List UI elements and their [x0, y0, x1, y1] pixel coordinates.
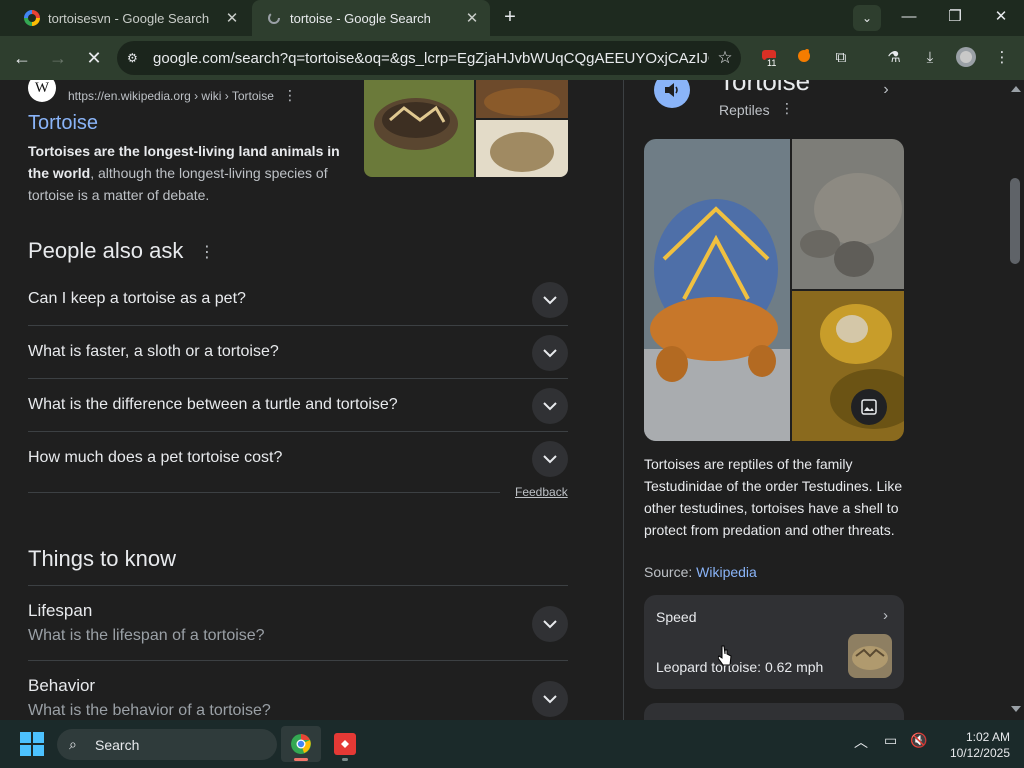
- tab-title: tortoise - Google Search: [290, 10, 431, 26]
- things-to-know-item[interactable]: Behavior What is the behavior of a torto…: [28, 660, 568, 720]
- chevron-down-icon[interactable]: [532, 388, 568, 424]
- google-icon: [24, 10, 40, 26]
- profile-avatar[interactable]: [954, 46, 978, 70]
- result-thumbnails[interactable]: [364, 80, 568, 177]
- chrome-taskbar-icon[interactable]: [281, 726, 321, 762]
- tab-tortoisesvn[interactable]: tortoisesvn - Google Search ✕: [10, 0, 250, 36]
- feedback-link[interactable]: Feedback: [515, 485, 568, 499]
- network-icon[interactable]: ▭: [884, 732, 897, 749]
- speaker-icon[interactable]: [654, 80, 690, 108]
- card-thumbnail: [848, 634, 892, 678]
- chevron-right-icon[interactable]: ›: [883, 607, 888, 624]
- download-icon[interactable]: ⤓: [918, 46, 942, 70]
- scroll-thumb[interactable]: [1010, 178, 1020, 264]
- chevron-down-icon[interactable]: [532, 681, 568, 717]
- chevron-down-icon[interactable]: [532, 282, 568, 318]
- paa-question-text: How much does a pet tortoise cost?: [28, 449, 283, 466]
- chevron-right-icon[interactable]: ›: [874, 80, 898, 104]
- extension-flame-icon[interactable]: [792, 46, 816, 70]
- extensions-puzzle-icon[interactable]: ⧉: [829, 46, 853, 70]
- scroll-down-icon[interactable]: [1011, 706, 1021, 712]
- knowledge-panel-title: Tortoise: [719, 80, 811, 96]
- chevron-down-icon[interactable]: [532, 335, 568, 371]
- minimize-button[interactable]: —: [886, 0, 932, 34]
- card-label: Speed: [656, 609, 697, 625]
- result-more-icon[interactable]: ⋮: [283, 87, 297, 104]
- item-subtitle: What is the behavior of a tortoise?: [28, 702, 271, 719]
- taskbar: ⌕ Search ︿ ▭ 🔇 1:02 AM 10/12/2025: [0, 720, 1024, 768]
- things-to-know-heading: Things to know: [28, 546, 176, 571]
- extension-badge: 11: [765, 58, 779, 69]
- mouse-cursor-icon: [717, 645, 732, 672]
- column-divider: [623, 80, 624, 720]
- clock-time: 1:02 AM: [965, 730, 1010, 744]
- paa-question-text: Can I keep a tortoise as a pet?: [28, 290, 246, 307]
- windows-start-icon[interactable]: [20, 732, 44, 756]
- card-value: Leopard tortoise: 0.62 mph: [656, 659, 824, 675]
- labs-flask-icon[interactable]: ⚗: [882, 46, 906, 70]
- running-indicator: [342, 758, 348, 761]
- paa-question-text: What is the difference between a turtle …: [28, 396, 398, 413]
- site-info-icon[interactable]: ⚙: [127, 51, 147, 65]
- new-tab-button[interactable]: +: [498, 6, 522, 30]
- taskbar-search[interactable]: ⌕ Search: [57, 729, 277, 760]
- source-label: Source:: [644, 564, 697, 580]
- anydesk-taskbar-icon[interactable]: [325, 726, 365, 762]
- stop-loading-button[interactable]: ✕: [80, 44, 108, 72]
- speed-card[interactable]: Speed › Leopard tortoise: 0.62 mph: [644, 595, 904, 689]
- knowledge-panel-source: Source: Wikipedia: [644, 564, 757, 580]
- tab-title: tortoisesvn - Google Search: [48, 10, 210, 26]
- scroll-up-icon[interactable]: [1011, 86, 1021, 92]
- source-link[interactable]: Wikipedia: [696, 564, 757, 580]
- chevron-up-icon[interactable]: ︿: [854, 732, 868, 752]
- clock-date: 10/12/2025: [949, 746, 1010, 760]
- tab-strip: tortoisesvn - Google Search ✕ tortoise -…: [0, 0, 1024, 36]
- item-heading: Lifespan: [28, 601, 93, 620]
- image-icon[interactable]: [851, 389, 887, 425]
- system-clock[interactable]: 1:02 AM 10/12/2025: [938, 729, 1010, 761]
- result-title-link[interactable]: Tortoise: [28, 112, 98, 135]
- paa-question[interactable]: What is faster, a sloth or a tortoise?: [28, 326, 568, 379]
- restore-button[interactable]: ❐: [932, 0, 978, 34]
- url-text[interactable]: google.com/search?q=tortoise&oq=&gs_lcrp…: [153, 50, 709, 67]
- knowledge-panel-description: Tortoises are reptiles of the family Tes…: [644, 456, 903, 538]
- tab-loading-icon: [266, 10, 282, 26]
- knowledge-panel-subtitle: Reptiles: [719, 102, 770, 118]
- next-card[interactable]: [644, 703, 904, 720]
- more-menu-icon[interactable]: ⋮: [990, 46, 1014, 70]
- tab-search-button[interactable]: ⌄: [853, 5, 881, 31]
- paa-question-text: What is faster, a sloth or a tortoise?: [28, 343, 279, 360]
- item-heading: Behavior: [28, 676, 96, 695]
- forward-button[interactable]: →: [44, 44, 72, 72]
- browser-toolbar: ← → ✕ ⚙ google.com/search?q=tortoise&oq=…: [0, 36, 1024, 80]
- paa-question[interactable]: Can I keep a tortoise as a pet?: [28, 273, 568, 326]
- divider: [28, 492, 500, 493]
- paa-question[interactable]: What is the difference between a turtle …: [28, 379, 568, 432]
- close-window-button[interactable]: ✕: [978, 0, 1024, 34]
- active-indicator: [294, 758, 308, 761]
- paa-more-icon[interactable]: ⋮: [199, 242, 215, 262]
- people-also-ask-heading: People also ask: [28, 238, 184, 263]
- close-tab-icon[interactable]: ✕: [460, 9, 484, 27]
- extension-icon[interactable]: 11: [757, 46, 781, 70]
- item-subtitle: What is the lifespan of a tortoise?: [28, 627, 265, 644]
- knowledge-panel-more-icon[interactable]: ⋮: [780, 100, 794, 117]
- result-url[interactable]: https://en.wikipedia.org › wiki › Tortoi…: [68, 89, 274, 103]
- search-results-page: W https://en.wikipedia.org › wiki › Tort…: [0, 80, 1024, 720]
- bookmark-star-icon[interactable]: ☆: [709, 48, 741, 68]
- chevron-down-icon[interactable]: [532, 441, 568, 477]
- close-tab-icon[interactable]: ✕: [220, 9, 244, 27]
- result-snippet: Tortoises are the longest-living land an…: [28, 140, 350, 206]
- search-icon: ⌕: [69, 736, 77, 752]
- back-button[interactable]: ←: [8, 44, 36, 72]
- chevron-down-icon[interactable]: [532, 606, 568, 642]
- address-bar[interactable]: ⚙ google.com/search?q=tortoise&oq=&gs_lc…: [117, 41, 741, 75]
- wikipedia-logo-icon: W: [28, 80, 56, 102]
- things-to-know-item[interactable]: Lifespan What is the lifespan of a torto…: [28, 585, 568, 660]
- paa-question[interactable]: How much does a pet tortoise cost?: [28, 432, 568, 485]
- page-scrollbar[interactable]: [1007, 80, 1024, 720]
- tab-tortoise[interactable]: tortoise - Google Search ✕: [252, 0, 490, 36]
- volume-muted-icon[interactable]: 🔇: [910, 732, 927, 749]
- taskbar-search-label: Search: [95, 736, 140, 753]
